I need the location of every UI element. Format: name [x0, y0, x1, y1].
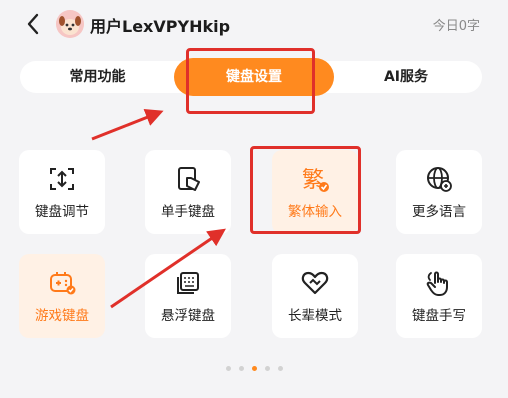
- grid-item-label: 游戏键盘: [35, 308, 89, 324]
- back-button[interactable]: [22, 12, 44, 36]
- page-dot[interactable]: [264, 365, 270, 371]
- heart-icon: [301, 271, 329, 295]
- tab-ai-service[interactable]: AI服务: [330, 61, 482, 93]
- one-hand-keyboard-icon: [178, 167, 200, 191]
- grid-item-more-languages[interactable]: 更多语言: [396, 150, 482, 234]
- grid-item-label: 更多语言: [412, 204, 466, 220]
- grid-item-label: 繁体输入: [288, 204, 342, 220]
- tab-common-functions[interactable]: 常用功能: [20, 61, 175, 93]
- handwriting-icon: [426, 271, 448, 296]
- gamepad-icon: [50, 272, 76, 295]
- grid-item-label: 悬浮键盘: [161, 308, 215, 324]
- username[interactable]: 用户LexVPYHkip: [90, 13, 230, 37]
- globe-icon: [427, 167, 452, 192]
- tab-keyboard-settings[interactable]: 键盘设置: [174, 58, 334, 96]
- grid-item-label: 键盘调节: [35, 204, 89, 220]
- avatar[interactable]: [56, 10, 84, 38]
- chevron-left-icon: [27, 13, 39, 35]
- pagination-dots: [214, 364, 294, 372]
- grid-item-label: 键盘手写: [412, 308, 466, 324]
- annotation-arrow: [91, 109, 164, 141]
- page-dot-active[interactable]: [251, 365, 257, 371]
- grid-item-handwriting[interactable]: 键盘手写: [396, 254, 482, 338]
- grid-item-floating-keyboard[interactable]: 悬浮键盘: [145, 254, 231, 338]
- grid-item-keyboard-adjust[interactable]: 键盘调节: [19, 150, 105, 234]
- grid-item-one-hand-keyboard[interactable]: 单手键盘: [145, 150, 231, 234]
- keyboard-adjust-icon: [50, 168, 74, 190]
- page-dot[interactable]: [277, 365, 283, 371]
- floating-keyboard-icon: [177, 272, 199, 294]
- page-dot[interactable]: [238, 365, 244, 371]
- traditional-chinese-icon: 繁: [302, 168, 329, 193]
- today-word-count: 今日0字: [432, 19, 480, 34]
- grid-item-label: 单手键盘: [161, 204, 215, 220]
- grid-item-label: 长辈模式: [288, 308, 342, 324]
- dog-avatar-icon: [56, 10, 84, 38]
- grid-item-traditional-input[interactable]: 繁 繁体输入: [272, 150, 358, 234]
- page-dot[interactable]: [225, 365, 231, 371]
- tab-bar: 常用功能 AI服务 键盘设置: [20, 58, 482, 96]
- grid-item-elder-mode[interactable]: 长辈模式: [272, 254, 358, 338]
- grid-item-game-keyboard[interactable]: 游戏键盘: [19, 254, 105, 338]
- top-bar: 用户LexVPYHkip 今日0字: [0, 0, 508, 46]
